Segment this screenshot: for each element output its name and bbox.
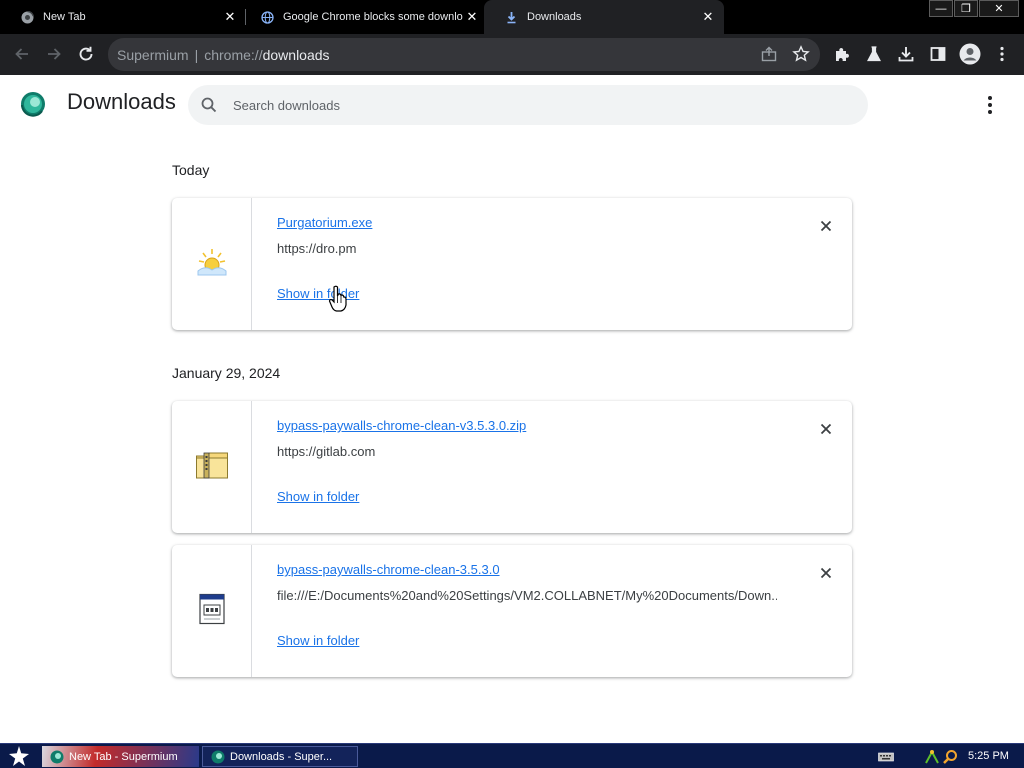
- star-icon: [9, 746, 29, 766]
- close-icon: [820, 567, 832, 579]
- supermium-icon: [211, 750, 225, 764]
- tab-close-icon[interactable]: ✕: [222, 9, 238, 25]
- search-bar[interactable]: [188, 85, 868, 125]
- share-icon[interactable]: [760, 45, 778, 68]
- taskbar-item-label: Downloads - Super...: [230, 750, 333, 763]
- puzzle-icon: [836, 48, 849, 61]
- flask-icon: [867, 46, 881, 62]
- os-taskbar: New Tab - Supermium Downloads - Super...…: [0, 743, 1024, 768]
- tab-title: Downloads: [527, 11, 582, 23]
- back-button[interactable]: [10, 42, 34, 66]
- download-item: Purgatorium.exe https://dro.pm Show in f…: [172, 198, 852, 330]
- reload-icon: [79, 46, 93, 61]
- window-controls: — ❐ ✕: [928, 0, 1019, 17]
- bookmark-star-icon[interactable]: [792, 45, 810, 68]
- labs-button[interactable]: [862, 42, 886, 66]
- side-panel-button[interactable]: [926, 42, 950, 66]
- keyboard-icon[interactable]: [878, 747, 894, 767]
- dot: [988, 103, 992, 107]
- taskbar-item-label: New Tab - Supermium: [69, 750, 178, 763]
- show-in-folder-link[interactable]: Show in folder: [277, 633, 359, 648]
- tab-downloads[interactable]: Downloads ✕: [484, 0, 724, 34]
- close-window-button[interactable]: ✕: [979, 0, 1019, 17]
- tab-new-tab[interactable]: New Tab ✕: [0, 0, 246, 34]
- download-source-url: file:///E:/Documents%20and%20Settings/VM…: [277, 588, 777, 603]
- supermium-logo-icon: [20, 91, 46, 117]
- file-icon-column: [172, 401, 252, 533]
- close-icon: [820, 220, 832, 232]
- restore-button[interactable]: ❐: [954, 0, 978, 17]
- globe-icon: [261, 10, 274, 24]
- download-item: bypass-paywalls-chrome-clean-3.5.3.0 fil…: [172, 545, 852, 677]
- forward-button[interactable]: [42, 42, 66, 66]
- browser-toolbar: Supermium | chrome:// downloads: [0, 34, 1024, 75]
- address-bar[interactable]: Supermium | chrome:// downloads: [108, 38, 820, 71]
- search-tray-icon[interactable]: [942, 747, 958, 767]
- taskbar-item-downloads[interactable]: Downloads - Super...: [202, 746, 358, 767]
- file-icon-column: [172, 545, 252, 677]
- tab-close-icon[interactable]: ✕: [464, 9, 480, 25]
- start-button[interactable]: [4, 745, 34, 767]
- show-in-folder-link[interactable]: Show in folder: [277, 489, 359, 504]
- hand-pointer-cursor-icon: [328, 285, 348, 313]
- download-filename-link[interactable]: Purgatorium.exe: [277, 215, 372, 230]
- arrow-right-icon: [48, 48, 61, 60]
- close-icon: [820, 423, 832, 435]
- download-filename-link[interactable]: bypass-paywalls-chrome-clean-3.5.3.0: [277, 562, 500, 577]
- taskbar-item-new-tab[interactable]: New Tab - Supermium: [42, 746, 199, 767]
- arrow-left-icon: [15, 48, 28, 60]
- download-icon: [505, 11, 518, 24]
- minimize-button[interactable]: —: [929, 0, 953, 17]
- search-input[interactable]: [233, 93, 833, 117]
- omnibox-path: downloads: [262, 46, 330, 63]
- page-menu-button[interactable]: [980, 93, 1000, 117]
- remove-from-list-button[interactable]: [816, 419, 836, 439]
- tab-title: New Tab: [43, 11, 86, 23]
- tab-strip: New Tab ✕ Google Chrome blocks some down…: [0, 0, 1024, 34]
- reload-button[interactable]: [74, 42, 98, 66]
- omnibox-host: Supermium: [117, 46, 189, 63]
- download-icon: [898, 47, 914, 62]
- downloads-page: Downloads Today Purgatorium.exe: [0, 75, 1024, 743]
- downloads-button[interactable]: [894, 42, 918, 66]
- download-filename-link[interactable]: bypass-paywalls-chrome-clean-v3.5.3.0.zi…: [277, 418, 526, 433]
- omnibox-separator: |: [194, 46, 199, 63]
- supermium-icon: [50, 750, 64, 764]
- remove-from-list-button[interactable]: [816, 563, 836, 583]
- network-icon[interactable]: [924, 747, 940, 767]
- taskbar-clock: 5:25 PM: [968, 750, 1009, 762]
- dot: [988, 96, 992, 100]
- avatar-icon: [959, 43, 981, 65]
- remove-from-list-button[interactable]: [816, 216, 836, 236]
- more-vert-icon: [1000, 46, 1004, 62]
- download-source-url: https://gitlab.com: [277, 444, 376, 459]
- date-header: Today: [172, 162, 210, 178]
- download-item: bypass-paywalls-chrome-clean-v3.5.3.0.zi…: [172, 401, 852, 533]
- side-panel-icon: [930, 47, 946, 61]
- supermium-icon: [21, 10, 34, 24]
- tab-close-icon[interactable]: ✕: [700, 9, 716, 25]
- zip-folder-icon: [195, 450, 229, 485]
- search-icon: [200, 96, 218, 114]
- profile-button[interactable]: [958, 42, 982, 66]
- extensions-button[interactable]: [830, 42, 854, 66]
- omnibox-scheme: chrome://: [204, 46, 263, 63]
- download-source-url: https://dro.pm: [277, 241, 357, 256]
- dot: [988, 110, 992, 114]
- file-icon-column: [172, 198, 252, 330]
- tab-title: Google Chrome blocks some downlo: [283, 11, 463, 23]
- page-title: Downloads: [67, 89, 176, 114]
- browser-menu-button[interactable]: [990, 42, 1014, 66]
- application-exe-icon: [195, 245, 229, 284]
- date-header: January 29, 2024: [172, 365, 281, 381]
- tab-google-chrome-article[interactable]: Google Chrome blocks some downlo ✕: [240, 0, 488, 34]
- generic-file-icon: [198, 593, 226, 630]
